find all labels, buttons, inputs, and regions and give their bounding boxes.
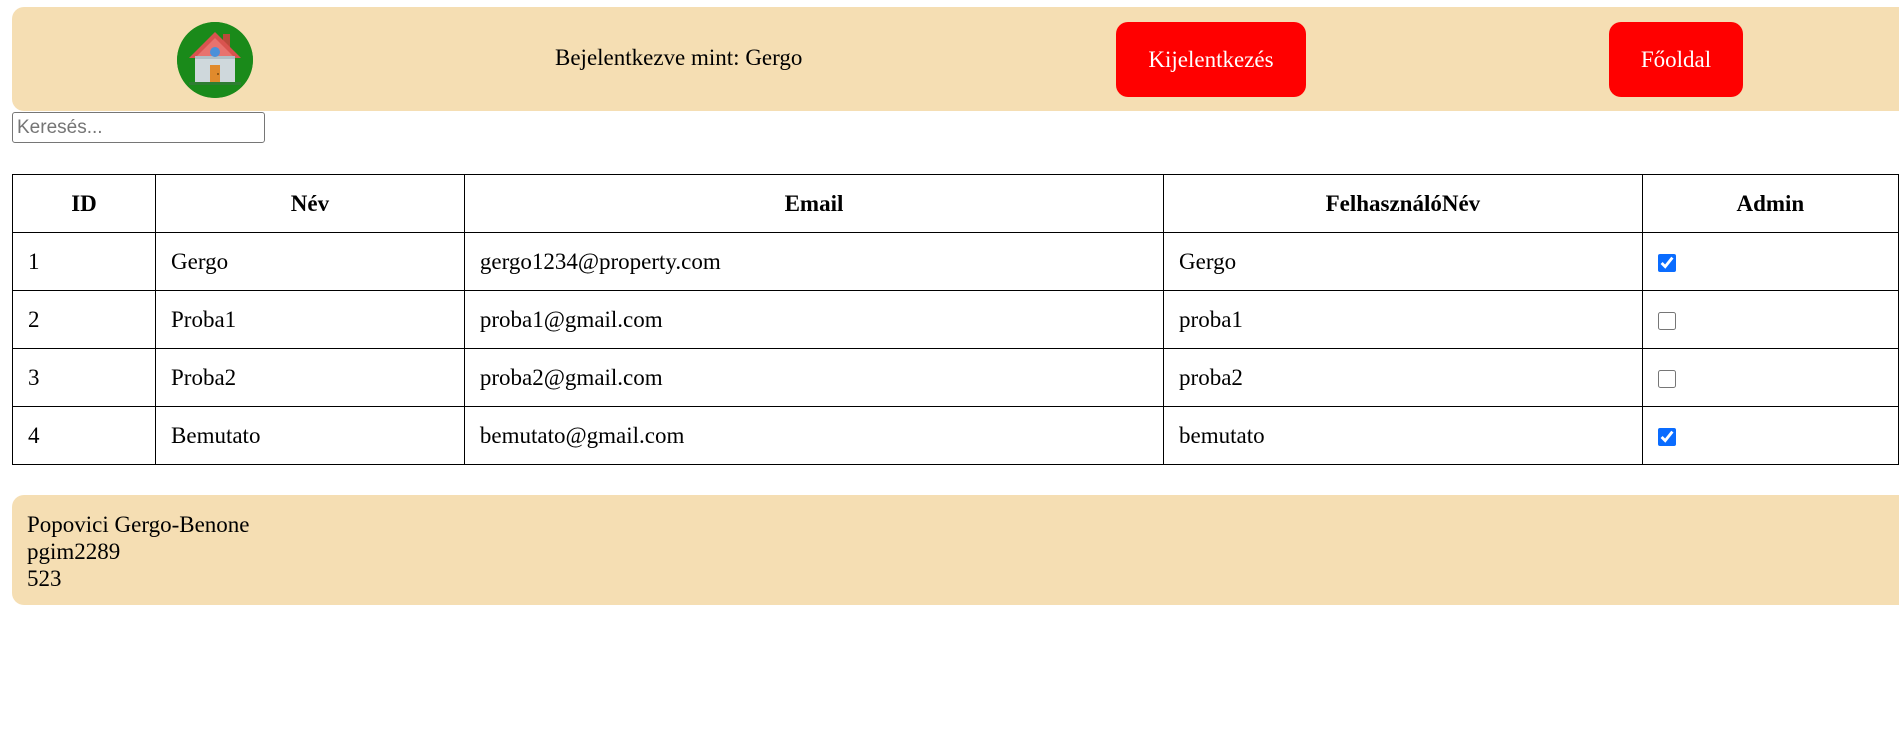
header-bar: Bejelentkezve mint: Gergo Kijelentkezés … <box>12 7 1899 111</box>
cell-name: Proba2 <box>155 348 465 407</box>
cell-email: proba1@gmail.com <box>463 290 1165 349</box>
table-row: 2 Proba1 proba1@gmail.com proba1 <box>11 290 1899 349</box>
users-table: ID Név Email FelhasználóNév Admin 1 Gerg… <box>11 174 1899 465</box>
cell-email: bemutato@gmail.com <box>463 406 1165 465</box>
admin-checkbox[interactable] <box>1657 254 1676 273</box>
cell-username: proba2 <box>1163 348 1643 407</box>
admin-checkbox[interactable] <box>1657 312 1676 331</box>
cell-email: gergo1234@property.com <box>463 232 1165 291</box>
cell-id: 3 <box>11 348 157 407</box>
cell-email: proba2@gmail.com <box>463 348 1165 407</box>
logged-in-status: Bejelentkezve mint: Gergo <box>555 45 803 70</box>
footer-author-name: Popovici Gergo-Benone <box>27 512 250 537</box>
table-header-row: ID Név Email FelhasználóNév Admin <box>11 174 1899 233</box>
logout-button[interactable]: Kijelentkezés <box>1116 22 1306 97</box>
table-row: 4 Bemutato bemutato@gmail.com bemutato <box>11 406 1899 465</box>
table-row: 3 Proba2 proba2@gmail.com proba2 <box>11 348 1899 407</box>
cell-id: 2 <box>11 290 157 349</box>
admin-checkbox[interactable] <box>1657 428 1676 447</box>
home-button[interactable]: Főoldal <box>1609 22 1743 97</box>
cell-admin <box>1641 406 1899 465</box>
house-icon[interactable] <box>177 22 253 98</box>
cell-name: Proba1 <box>155 290 465 349</box>
search-input[interactable] <box>12 112 265 143</box>
column-header-username: FelhasználóNév <box>1163 174 1643 233</box>
column-header-admin: Admin <box>1641 174 1899 233</box>
cell-name: Gergo <box>155 232 465 291</box>
cell-admin <box>1641 290 1899 349</box>
cell-username: Gergo <box>1163 232 1643 291</box>
column-header-id: ID <box>11 174 157 233</box>
column-header-name: Név <box>155 174 465 233</box>
cell-id: 1 <box>11 232 157 291</box>
footer: Popovici Gergo-Benone pgim2289 523 <box>12 495 1899 605</box>
cell-username: proba1 <box>1163 290 1643 349</box>
footer-group-number: 523 <box>27 566 62 591</box>
column-header-email: Email <box>463 174 1165 233</box>
table-row: 1 Gergo gergo1234@property.com Gergo <box>11 232 1899 291</box>
admin-checkbox[interactable] <box>1657 370 1676 389</box>
cell-admin <box>1641 348 1899 407</box>
cell-id: 4 <box>11 406 157 465</box>
cell-name: Bemutato <box>155 406 465 465</box>
footer-user-code: pgim2289 <box>27 539 121 564</box>
cell-username: bemutato <box>1163 406 1643 465</box>
cell-admin <box>1641 232 1899 291</box>
